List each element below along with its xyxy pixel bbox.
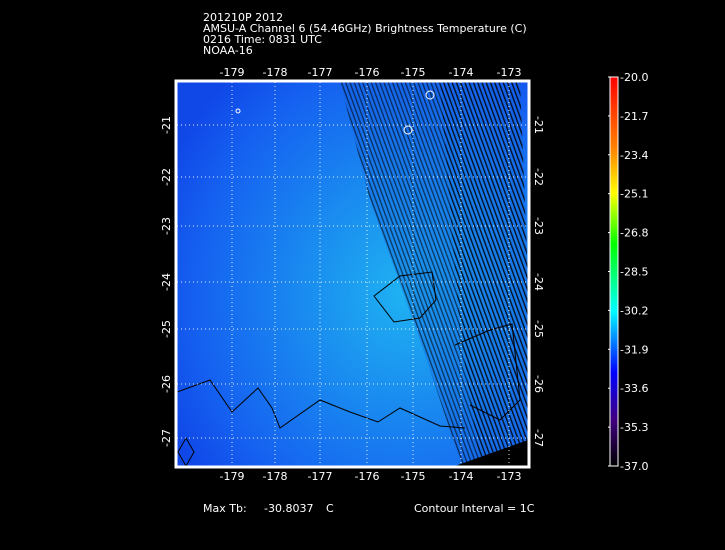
colorbar-label: -30.2 (620, 304, 648, 317)
lon-tick-label: -175 (401, 66, 426, 79)
colorbar-label: -37.0 (620, 460, 648, 473)
colorbar-label: -33.6 (620, 382, 648, 395)
colorbar-label: -21.7 (620, 110, 648, 123)
lon-tick-label: -176 (355, 66, 380, 79)
lat-tick-label: -23 (532, 217, 545, 235)
lon-tick-label: -177 (308, 470, 333, 483)
lon-tick-label: -179 (220, 66, 245, 79)
colorbar-label: -28.5 (620, 266, 648, 279)
lon-tick-label: -174 (449, 66, 474, 79)
lon-tick-label: -173 (497, 470, 522, 483)
colorbar-label: -25.1 (620, 188, 648, 201)
lat-tick-label: -27 (532, 429, 545, 447)
lon-tick-label: -178 (263, 66, 288, 79)
max-tb-unit: C (326, 502, 334, 515)
lon-tick-label: -176 (355, 470, 380, 483)
lon-tick-label: -173 (497, 66, 522, 79)
colorbar-label: -35.3 (620, 421, 648, 434)
lat-tick-label: -26 (160, 375, 173, 393)
lat-tick-label: -26 (532, 375, 545, 393)
contour-interval: Contour Interval = 1C (414, 502, 535, 515)
lat-tick-label: -24 (160, 273, 173, 291)
lat-tick-label: -21 (160, 116, 173, 134)
lat-tick-label: -25 (160, 320, 173, 338)
map-plot: -179 -179 -178 -178 -177 -177 -176 -176 -175 -175… (160, 66, 648, 483)
colorbar-label: -20.0 (620, 71, 648, 84)
lat-tick-label: -27 (160, 429, 173, 447)
lat-tick-label: -22 (532, 168, 545, 186)
colorbar-label: -31.9 (620, 343, 648, 356)
lat-tick-label: -22 (160, 168, 173, 186)
lon-tick-label: -179 (220, 470, 245, 483)
colorbar (609, 76, 619, 467)
colorbar-label: -23.4 (620, 149, 648, 162)
lon-tick-label: -177 (308, 66, 333, 79)
lat-tick-label: -21 (532, 116, 545, 134)
lon-tick-label: -178 (263, 470, 288, 483)
colorbar-label: -26.8 (620, 227, 648, 240)
max-tb-label: Max Tb: (203, 502, 247, 515)
max-tb-value: -30.8037 (264, 502, 314, 515)
lat-tick-label: -24 (532, 273, 545, 291)
lon-tick-label: -175 (401, 470, 426, 483)
lat-tick-label: -25 (532, 320, 545, 338)
lat-tick-label: -23 (160, 217, 173, 235)
lon-tick-label: -174 (449, 470, 474, 483)
